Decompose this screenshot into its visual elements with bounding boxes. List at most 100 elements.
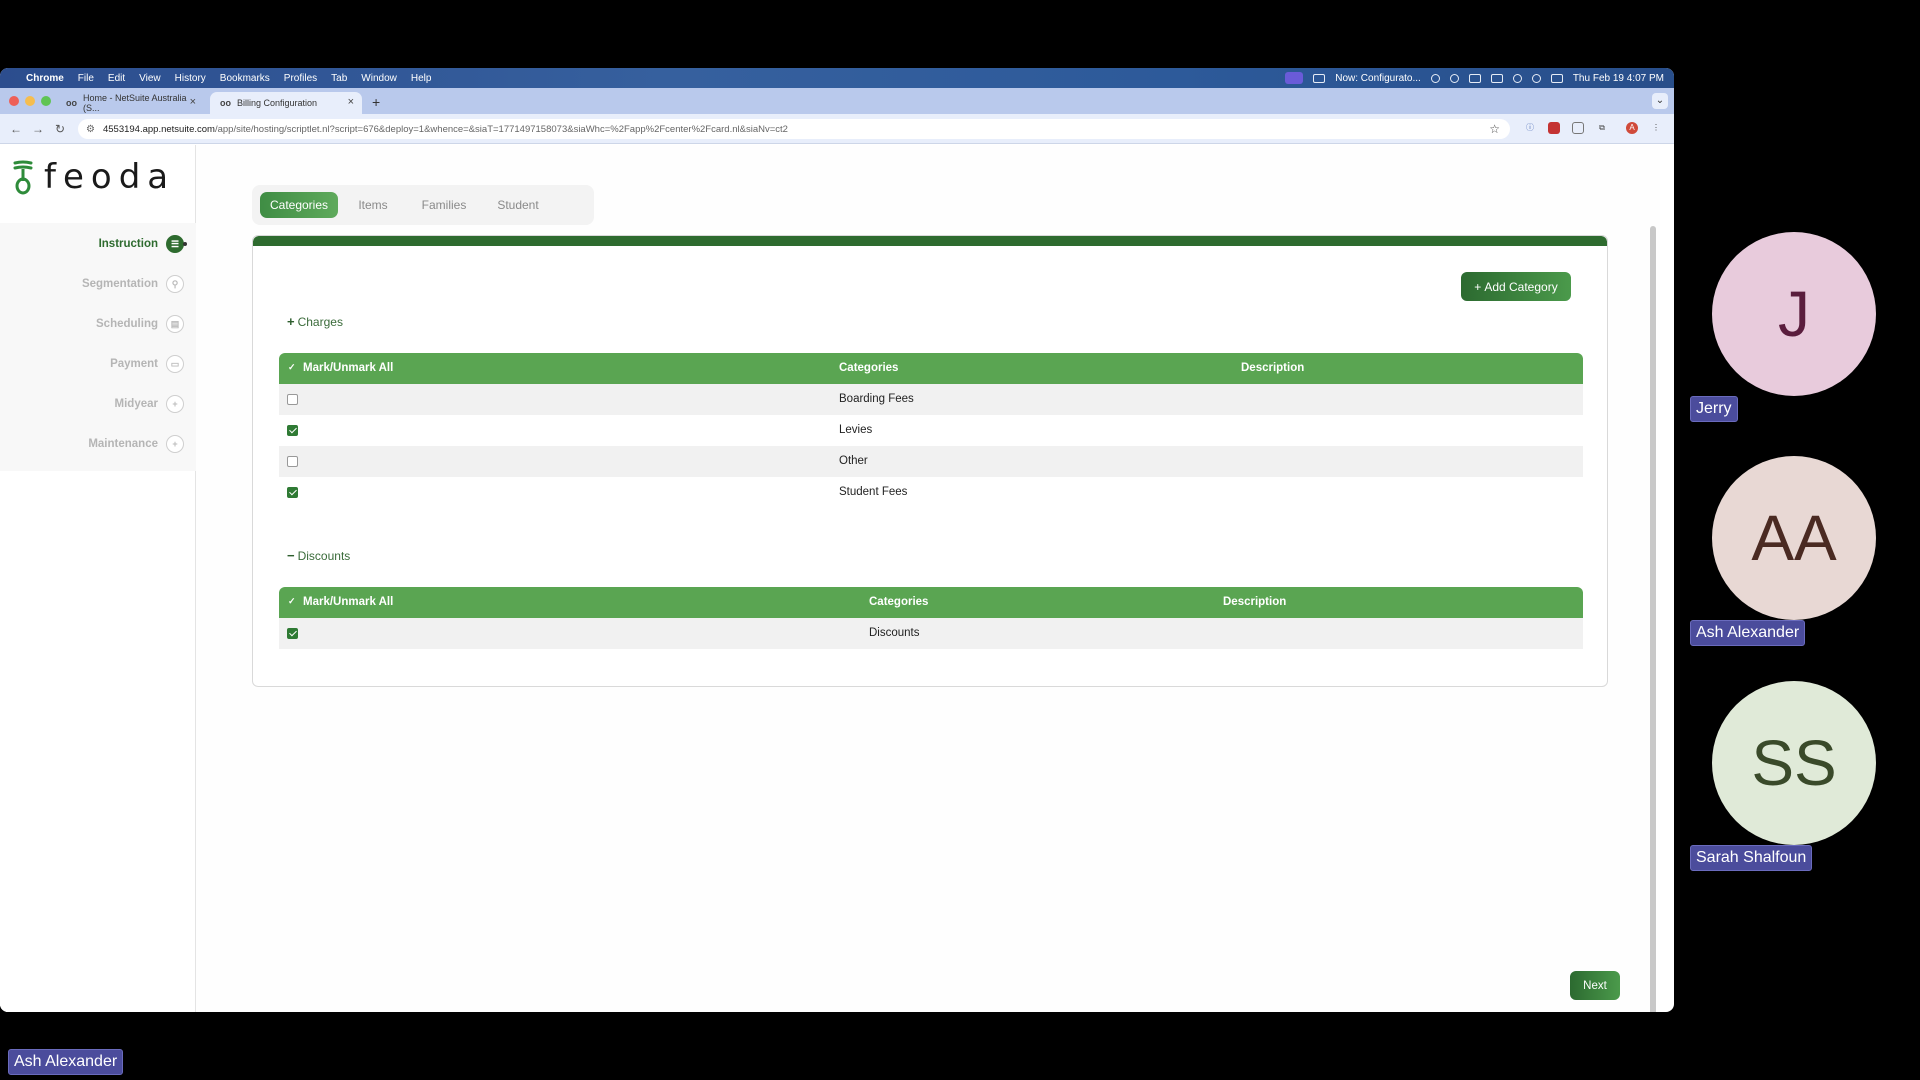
sidebar-item-maintenance[interactable]: Maintenance + — [88, 435, 184, 453]
table-row: Boarding Fees — [279, 384, 1583, 415]
new-tab-icon[interactable]: + — [372, 94, 380, 110]
maximize-window-icon[interactable] — [41, 96, 51, 106]
page-scrollbar[interactable] — [1650, 226, 1656, 1012]
kebab-menu-icon[interactable]: ⋮ — [1650, 122, 1662, 134]
url-path: /app/site/hosting/scriptlet.nl?script=67… — [214, 123, 788, 135]
address-bar[interactable]: ⚙ 4553194.app.netsuite.com /app/site/hos… — [78, 119, 1510, 139]
password-manager-icon[interactable]: ⓘ — [1524, 122, 1536, 134]
row-checkbox[interactable] — [287, 394, 298, 405]
charges-label: Charges — [297, 314, 343, 329]
menubar-datetime: Thu Feb 19 4:07 PM — [1572, 72, 1664, 84]
mark-all-check-icon[interactable]: ✓ — [288, 362, 296, 373]
minimize-window-icon[interactable] — [25, 96, 35, 106]
back-arrow-icon[interactable]: ← — [10, 122, 22, 136]
sidebar-item-payment[interactable]: Payment ▭ — [110, 355, 184, 373]
menu-tab[interactable]: Tab — [331, 73, 347, 84]
add-category-button[interactable]: + Add Category — [1461, 272, 1571, 301]
bookmark-star-icon[interactable]: ☆ — [1489, 122, 1500, 136]
tab-families[interactable]: Families — [412, 192, 476, 218]
row-checkbox[interactable] — [287, 628, 298, 639]
participant-avatar-sarah: SS — [1712, 681, 1876, 845]
list-icon: ☰ — [166, 235, 184, 253]
mac-menubar: Chrome File Edit View History Bookmarks … — [0, 68, 1674, 88]
menu-bookmarks[interactable]: Bookmarks — [220, 73, 270, 84]
profile-avatar[interactable]: A — [1626, 122, 1638, 134]
menu-window[interactable]: Window — [361, 73, 397, 84]
shield-icon[interactable] — [1548, 122, 1560, 134]
discounts-table: ✓ Mark/Unmark All Categories Description… — [279, 587, 1583, 649]
menu-file[interactable]: File — [78, 73, 94, 84]
avatar-initials: AA — [1751, 502, 1837, 574]
browser-tab-billing[interactable]: oo Billing Configuration × — [210, 92, 362, 114]
table-header: ✓ Mark/Unmark All Categories Description — [279, 587, 1583, 618]
header-mark-unmark-all[interactable]: Mark/Unmark All — [303, 596, 393, 608]
next-button[interactable]: Next — [1570, 971, 1620, 1000]
teams-icon[interactable] — [1313, 73, 1326, 83]
tab-title: Home - NetSuite Australia (S... — [83, 93, 187, 113]
screen-share-icon[interactable] — [1285, 72, 1304, 84]
table-row: Levies — [279, 415, 1583, 446]
menu-edit[interactable]: Edit — [108, 73, 125, 84]
menu-history[interactable]: History — [175, 73, 206, 84]
category-name: Student Fees — [839, 486, 908, 498]
forward-arrow-icon[interactable]: → — [32, 122, 44, 136]
card-accent-bar — [253, 236, 1607, 246]
search-icon[interactable] — [1512, 73, 1522, 83]
battery-icon[interactable] — [1490, 73, 1503, 83]
menu-profiles[interactable]: Profiles — [284, 73, 317, 84]
discounts-label: Discounts — [297, 548, 351, 563]
site-info-icon[interactable]: ⚙ — [86, 124, 95, 135]
sidebar-item-label: Segmentation — [81, 278, 158, 290]
card-icon: ▭ — [166, 355, 184, 373]
tab-categories[interactable]: Categories — [260, 192, 338, 218]
avatar-initials: J — [1778, 278, 1810, 350]
discounts-toggle[interactable]: − Discounts — [287, 548, 350, 563]
close-tab-icon[interactable]: × — [348, 96, 354, 108]
collapse-minus-icon: − — [287, 548, 295, 563]
sidebar-item-scheduling[interactable]: Scheduling ▤ — [96, 315, 184, 333]
sidebar-item-label: Instruction — [98, 238, 158, 250]
puzzle-icon[interactable]: ⧉ — [1596, 122, 1608, 134]
sidebar-item-label: Midyear — [114, 398, 158, 410]
netsuite-favicon-icon: oo — [66, 98, 77, 108]
tab-student[interactable]: Student — [488, 192, 548, 218]
wifi-icon[interactable] — [1468, 73, 1481, 83]
person-icon: ⚲ — [166, 275, 184, 293]
siri-icon[interactable] — [1531, 73, 1541, 83]
tab-strip: oo Home - NetSuite Australia (S... × oo … — [0, 88, 1674, 114]
control-center-icon[interactable] — [1550, 73, 1563, 83]
close-tab-icon[interactable]: × — [190, 96, 196, 108]
row-checkbox[interactable] — [287, 487, 298, 498]
main-content: Categories Items Families Student + Add … — [196, 145, 1660, 1012]
plus-icon: + — [1474, 279, 1482, 294]
feoda-app: feoda Instruction ☰ Segmentation ⚲ Sched… — [0, 145, 1660, 1012]
reload-icon[interactable]: ↻ — [55, 122, 65, 136]
table-row: Other — [279, 446, 1583, 477]
menu-view[interactable]: View — [139, 73, 161, 84]
close-window-icon[interactable] — [9, 96, 19, 106]
cloud-icon[interactable] — [1430, 73, 1440, 83]
extension-icon[interactable] — [1572, 122, 1584, 134]
mark-all-check-icon[interactable]: ✓ — [288, 596, 296, 607]
sidebar-item-midyear[interactable]: Midyear + — [115, 395, 184, 413]
browser-tab-home[interactable]: oo Home - NetSuite Australia (S... × — [56, 92, 204, 114]
row-checkbox[interactable] — [287, 456, 298, 467]
active-indicator-dot — [183, 242, 187, 246]
sidebar-nav: Instruction ☰ Segmentation ⚲ Scheduling … — [0, 223, 196, 471]
header-mark-unmark-all[interactable]: Mark/Unmark All — [303, 362, 393, 374]
category-tabs: Categories Items Families Student — [252, 185, 594, 225]
sidebar-item-segmentation[interactable]: Segmentation ⚲ — [82, 275, 184, 293]
cloud-sync-icon[interactable] — [1449, 73, 1459, 83]
self-view-name: Ash Alexander — [8, 1049, 124, 1075]
participant-name-jerry: Jerry — [1690, 396, 1738, 422]
sidebar-item-instruction[interactable]: Instruction ☰ — [98, 235, 187, 253]
tab-search-chevron-icon[interactable]: ⌄ — [1652, 93, 1668, 109]
now-playing-status[interactable]: Now: Configurato... — [1335, 73, 1421, 84]
menu-chrome[interactable]: Chrome — [26, 73, 64, 84]
menu-help[interactable]: Help — [411, 73, 432, 84]
participant-name-sarah: Sarah Shalfoun — [1690, 845, 1813, 871]
plus-circle-icon: + — [166, 435, 184, 453]
charges-toggle[interactable]: + Charges — [287, 314, 343, 329]
tab-items[interactable]: Items — [348, 192, 398, 218]
row-checkbox[interactable] — [287, 425, 298, 436]
